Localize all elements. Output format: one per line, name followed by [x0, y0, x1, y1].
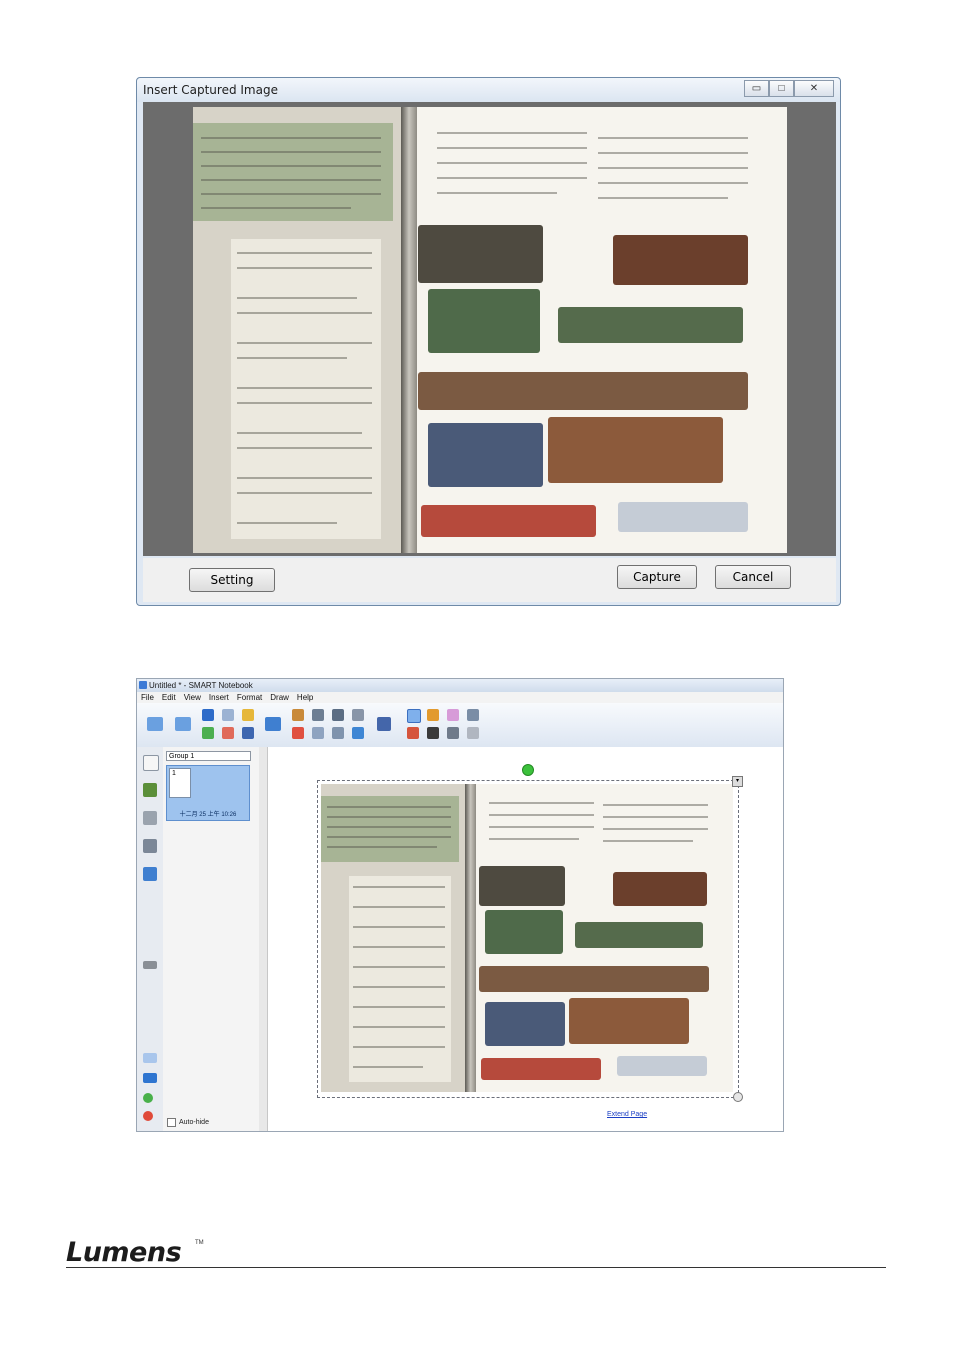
- close-icon: ✕: [809, 83, 819, 94]
- rotate-handle[interactable]: [522, 764, 534, 776]
- capture-button[interactable]: Capture: [617, 565, 697, 589]
- notebook-title: Untitled * - SMART Notebook: [149, 681, 253, 690]
- attachments-icon[interactable]: [143, 811, 157, 825]
- menu-format[interactable]: Format: [237, 692, 262, 703]
- menu-draw[interactable]: Draw: [270, 692, 289, 703]
- minimize-icon: ▭: [751, 83, 762, 94]
- gallery-icon[interactable]: [352, 709, 364, 721]
- page-sorter-icon[interactable]: [143, 755, 159, 771]
- dialog-button-bar: Setting Capture Cancel: [143, 558, 836, 602]
- full-screen-icon[interactable]: [312, 727, 324, 739]
- trademark-mark: TM: [195, 1240, 204, 1246]
- table-icon[interactable]: [332, 727, 344, 739]
- minimize-button[interactable]: ▭: [744, 80, 769, 97]
- setting-button[interactable]: Setting: [189, 568, 275, 592]
- capture-preview: [143, 102, 836, 556]
- next-page-icon[interactable]: [143, 1073, 157, 1083]
- save-icon[interactable]: [242, 727, 254, 739]
- notebook-app-icon: [139, 681, 147, 689]
- menu-edit[interactable]: Edit: [162, 692, 176, 703]
- properties-icon[interactable]: [143, 839, 157, 853]
- resize-handle[interactable]: [733, 1092, 743, 1102]
- window-controls: ▭ □ ✕: [744, 80, 834, 97]
- dialog-title: Insert Captured Image: [143, 83, 278, 97]
- page-date: 十二月 25 上午 10:26: [179, 812, 237, 818]
- back-arrow-icon[interactable]: [147, 717, 163, 731]
- group-dropdown[interactable]: Group 1: [166, 751, 251, 761]
- fill-icon[interactable]: [467, 709, 479, 721]
- close-x-icon[interactable]: [352, 727, 364, 739]
- group-label: Group 1: [169, 753, 195, 760]
- page-sorter-panel: Group 1 1 十二月 25 上午 10:26 Auto-hide: [163, 747, 260, 1131]
- maximize-icon: □: [778, 83, 785, 94]
- paste-icon[interactable]: [292, 709, 304, 721]
- magic-pen-icon[interactable]: [427, 709, 439, 721]
- forward-arrow-icon[interactable]: [175, 717, 191, 731]
- auto-hide-checkbox[interactable]: [167, 1118, 176, 1127]
- text-icon[interactable]: [427, 727, 439, 739]
- notebook-titlebar[interactable]: Untitled * - SMART Notebook: [137, 679, 783, 692]
- previous-page-icon[interactable]: [143, 1053, 157, 1063]
- pens-icon[interactable]: [407, 727, 419, 739]
- display-screen-icon[interactable]: [265, 717, 281, 731]
- lumens-logo: Lumens: [66, 1237, 182, 1268]
- page-number: 1: [172, 770, 176, 777]
- add-page-icon[interactable]: [202, 727, 214, 739]
- menu-bar: File Edit View Insert Format Draw Help: [137, 692, 783, 703]
- insert-captured-image-dialog: Insert Captured Image ▭ □ ✕ Setting Capt…: [136, 77, 841, 606]
- menu-insert[interactable]: Insert: [209, 692, 229, 703]
- dialog-titlebar[interactable]: Insert Captured Image ▭ □ ✕: [137, 78, 840, 102]
- line-icon[interactable]: [447, 727, 459, 739]
- delete-icon[interactable]: [292, 727, 304, 739]
- gallery-tab-icon[interactable]: [143, 783, 157, 797]
- undo-icon[interactable]: [202, 709, 214, 721]
- page-thumbnail[interactable]: 1 十二月 25 上午 10:26: [166, 765, 250, 821]
- menu-view[interactable]: View: [184, 692, 201, 703]
- document-camera-icon[interactable]: [377, 717, 391, 731]
- close-button[interactable]: ✕: [794, 80, 834, 97]
- smart-notebook-window: Untitled * - SMART Notebook File Edit Vi…: [136, 678, 784, 1132]
- cancel-button[interactable]: Cancel: [715, 565, 791, 589]
- sidebar-add-page-icon[interactable]: [143, 1093, 153, 1103]
- menu-help[interactable]: Help: [297, 692, 313, 703]
- sidebar-delete-page-icon[interactable]: [143, 1111, 153, 1121]
- thumbnail-page-preview: 1: [169, 768, 191, 798]
- chevron-down-icon: ▾: [735, 778, 739, 784]
- eraser-icon[interactable]: [447, 709, 459, 721]
- open-folder-icon[interactable]: [242, 709, 254, 721]
- sorter-scrollbar[interactable]: [259, 747, 268, 1131]
- auto-hide-option[interactable]: Auto-hide: [167, 1118, 209, 1127]
- toolbar: [137, 703, 783, 748]
- maximize-button[interactable]: □: [769, 80, 794, 97]
- screen-capture-icon[interactable]: [332, 709, 344, 721]
- captured-book-image: [193, 107, 787, 553]
- footer-rule: [66, 1267, 886, 1268]
- select-arrow-icon[interactable]: [407, 709, 421, 723]
- inserted-book-image: [321, 784, 733, 1092]
- inserted-image-selection[interactable]: [317, 780, 739, 1098]
- menu-file[interactable]: File: [141, 692, 154, 703]
- extend-page-link[interactable]: Extend Page: [607, 1111, 647, 1118]
- delete-page-icon[interactable]: [222, 727, 234, 739]
- side-tab-bar: [137, 747, 164, 1131]
- move-sidebar-icon[interactable]: [143, 961, 157, 969]
- redo-icon[interactable]: [222, 709, 234, 721]
- object-menu-handle[interactable]: ▾: [732, 776, 743, 787]
- addons-icon[interactable]: [143, 867, 157, 881]
- screen-shade-icon[interactable]: [312, 709, 324, 721]
- shape-eraser-icon[interactable]: [467, 727, 479, 739]
- auto-hide-label: Auto-hide: [179, 1119, 209, 1126]
